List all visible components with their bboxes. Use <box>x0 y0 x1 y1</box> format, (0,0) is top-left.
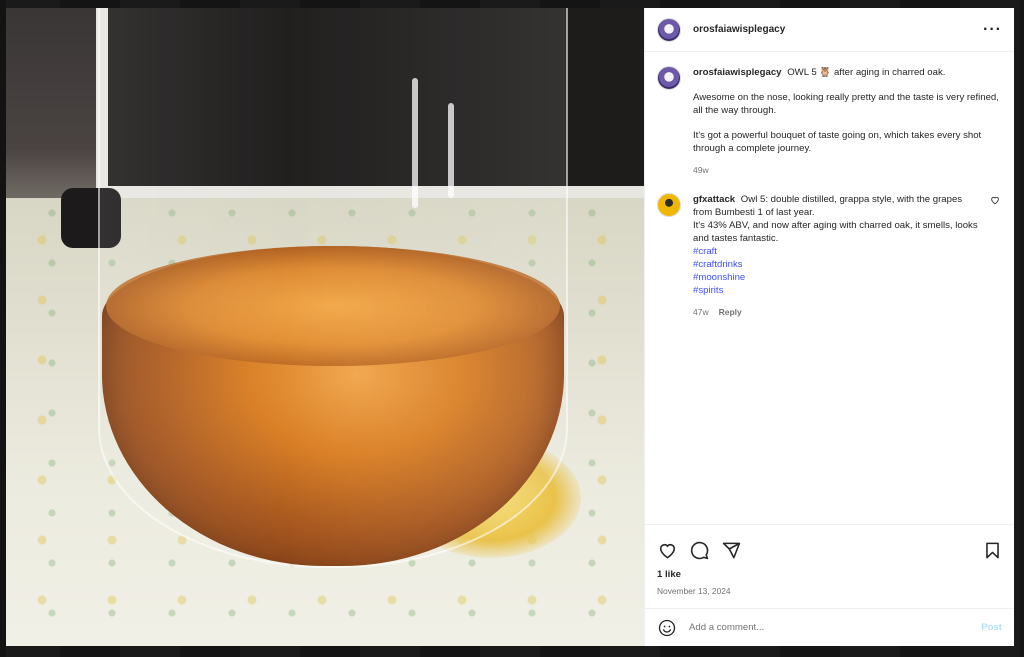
comment-input[interactable] <box>689 622 970 633</box>
hashtag-link[interactable]: #craftdrinks <box>693 258 978 271</box>
post-side-panel: orosfaiawisplegacy ··· orosfaiawisplegac… <box>644 8 1014 646</box>
likes-count[interactable]: 1 like <box>657 569 1002 580</box>
photo-glass <box>98 8 568 568</box>
comment-text: It's 43% ABV, and now after aging with c… <box>693 220 978 244</box>
author-username[interactable]: orosfaiawisplegacy <box>693 24 983 35</box>
caption: orosfaiawisplegacy OWL 5 🦉 after aging i… <box>657 66 1002 177</box>
comment-timestamp[interactable]: 47w <box>693 306 709 319</box>
comment-composer: Post <box>645 608 1014 646</box>
reply-button[interactable]: Reply <box>719 306 742 319</box>
heart-icon[interactable] <box>657 540 677 560</box>
commenter-avatar[interactable] <box>657 193 681 217</box>
comment-item: gfxattack Owl 5: double distilled, grapp… <box>657 193 1002 319</box>
share-icon[interactable] <box>721 540 741 560</box>
comment-like-heart-icon[interactable] <box>990 195 1002 319</box>
caption-timestamp[interactable]: 49w <box>693 164 709 177</box>
caption-paragraph: Awesome on the nose, looking really pret… <box>693 92 999 116</box>
bookmark-icon[interactable] <box>982 540 1002 560</box>
author-avatar[interactable] <box>657 17 681 42</box>
post-modal: orosfaiawisplegacy ··· orosfaiawisplegac… <box>6 8 1014 646</box>
post-actions: 1 like November 13, 2024 <box>645 524 1014 608</box>
more-options-icon[interactable]: ··· <box>983 21 1002 38</box>
hashtag-link[interactable]: #spirits <box>693 284 978 297</box>
post-date: November 13, 2024 <box>657 586 731 596</box>
caption-author-avatar[interactable] <box>657 66 681 90</box>
comment-icon[interactable] <box>689 540 709 560</box>
caption-paragraph: It's got a powerful bouquet of taste goi… <box>693 130 982 154</box>
hashtag-link[interactable]: #craft <box>693 245 978 258</box>
emoji-icon[interactable] <box>657 618 677 638</box>
post-photo <box>6 8 644 646</box>
post-header: orosfaiawisplegacy ··· <box>645 8 1014 52</box>
hashtag-link[interactable]: #moonshine <box>693 271 978 284</box>
photo-glint <box>412 78 418 208</box>
post-comment-button[interactable]: Post <box>981 622 1002 633</box>
caption-author-username[interactable]: orosfaiawisplegacy <box>693 67 782 78</box>
comments-list: orosfaiawisplegacy OWL 5 🦉 after aging i… <box>645 52 1014 524</box>
caption-title-text: OWL 5 🦉 after aging in charred oak. <box>787 67 946 78</box>
photo-glint <box>448 103 454 198</box>
commenter-username[interactable]: gfxattack <box>693 194 735 205</box>
